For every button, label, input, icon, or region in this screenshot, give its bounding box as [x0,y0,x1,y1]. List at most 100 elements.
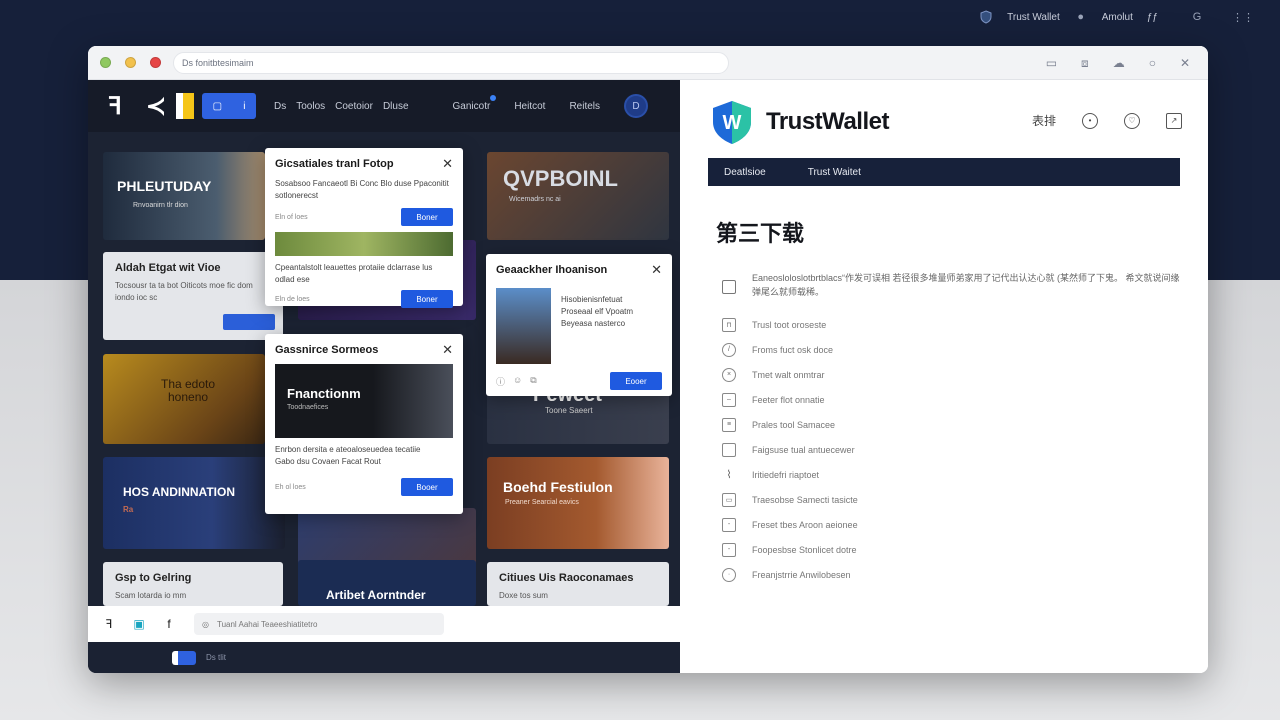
monitor-icon [722,280,736,294]
popup-button[interactable]: Booer [401,478,453,496]
feature-card[interactable]: HOS ANDINNATION Ra [103,457,285,549]
site-logo-icon[interactable]: ꟻ [108,92,134,121]
list-item[interactable]: · Freanjstrrie Anwilobesen [722,562,1182,587]
list-item-label: Freset tbes Aroon aeionee [752,519,858,530]
nav-link[interactable]: Heitcot [514,101,545,112]
list-item[interactable]: ⊓ Trusl toot oroseste [722,312,1182,337]
list-item[interactable]: ≡ Prales tool Samacee [722,412,1182,437]
settings-icon[interactable]: • [1082,112,1098,129]
feature-card[interactable]: QVPBOINL Wicemadrs nc ai [487,152,669,240]
expand-icon[interactable]: ↗ [1166,112,1182,129]
emoji-icon[interactable]: ☺ [513,375,522,388]
profile-image: Fnanctionm Toodnaefices [275,364,453,438]
list-item-label: Prales tool Samacee [752,419,836,430]
chat-icon[interactable]: ▣ [124,617,154,631]
menu-icon[interactable]: ⋮⋮ [1232,10,1254,24]
shield-icon[interactable] [979,10,993,24]
feature-list: ⊓ Trusl toot oroseste / Froms fuct osk doc… [722,312,1182,587]
red-dot-icon[interactable] [150,57,161,68]
trust-wallet-logo[interactable]: W TrustWallet [708,98,889,146]
popup-dialog-3[interactable]: Geaackher Ihoanison ✕ Hisobienisnfetuat P… [486,254,672,396]
nav-links: Ds Toolos Coetoior Dluse [274,101,409,112]
list-item-label: Iritiedefri riaptoet [752,469,820,480]
list-item[interactable]: × Tmet walt onmtrar [722,362,1182,387]
popup-button[interactable]: Boner [401,208,453,226]
tabs-icon[interactable]: ▭ [1046,56,1057,70]
list-item-label: Froms fuct osk doce [752,344,834,355]
tab-details[interactable]: Deatlsioe [708,167,766,178]
trust-wallet-shield-icon: W [713,101,751,144]
browser-window: Ds fonitbtesimaim ▭ ⧈ ☁ ○ ✕ ꟻ ≺ ▢ i Ds To… [88,46,1208,673]
share-icon[interactable]: ⧉ [530,375,536,388]
yellow-dot-icon[interactable] [125,57,136,68]
doc-icon: – [722,392,736,407]
pin-icon: ⌇ [726,469,732,481]
list-item[interactable]: – Feeter flot onnatie [722,387,1182,412]
card-button[interactable] [223,314,275,330]
calendar-icon: ▭ [722,492,736,507]
os-item-account[interactable]: Amolut [1102,12,1133,23]
nav-link[interactable]: Dluse [383,101,409,112]
landscape-image [275,232,453,256]
bag-icon: ▢ [212,100,223,112]
popup-button[interactable]: Boner [401,290,453,308]
close-icon[interactable]: ✕ [442,342,453,358]
extension-icon[interactable]: ⧈ [1081,56,1089,71]
info-icon[interactable]: ⓘ [496,375,505,388]
site-logo-icon[interactable]: ꟻ [94,617,124,631]
list-item[interactable]: ⌇ Iritiedefri riaptoet [722,462,1182,487]
circle-icon[interactable]: ○ [1149,56,1156,70]
os-item-misc[interactable]: ƒƒ [1147,12,1158,23]
os-item-trust-wallet[interactable]: Trust Wallet [1007,12,1060,23]
close-icon[interactable]: ✕ [442,156,453,172]
green-dot-icon[interactable] [100,57,111,68]
feature-card[interactable]: Boehd Festiulon Preaner Searcial eavics [487,457,669,549]
feature-card[interactable]: Tha edoto honeno [103,354,265,444]
wifi-icon[interactable]: G [1190,10,1204,24]
bottom-toolbar: ꟻ ▣ f ◎ Tuanl Aahai Teaeeshiatitetro [88,606,680,642]
list-item[interactable]: Faigsuse tual antuecewer [722,437,1182,462]
toggle-switch[interactable] [172,650,196,665]
svg-text:W: W [723,112,742,134]
nav-link[interactable]: Toolos [296,101,325,112]
popup-dialog-2[interactable]: Gassnirce Sormeos ✕ Fnanctionm Toodnaefic… [265,334,463,514]
square-icon [722,442,736,457]
lock-icon: ⊓ [722,317,736,332]
nav-link[interactable]: Coetoior [335,101,373,112]
popup-text: Hisobienisnfetuat Proseaal elf Vpoatm Be… [561,295,634,328]
popup-dialog-1[interactable]: Gicsatiales tranl Fotop ✕ Sosabsoo Fancae… [265,148,463,308]
list-item-label: Tmet walt onmtrar [752,369,825,380]
card-subtitle: Rnvoanirn tlr dion [133,202,188,209]
support-icon[interactable]: ♡ [1124,112,1140,129]
feature-card[interactable]: PHLEUTUDAY Rnvoanirn tlr dion [103,152,265,240]
search-icon: ◎ [202,619,209,629]
globe-icon[interactable]: ● [1074,10,1088,24]
nav-link[interactable]: Ds [274,101,286,112]
facebook-icon[interactable]: f [154,617,184,631]
language-button[interactable]: 表排 [1032,112,1056,129]
clock-icon: / [722,342,736,357]
nav-action-button[interactable]: ▢ i [202,93,256,119]
article-card[interactable]: Aldah Etgat wit Vioe Tocsousr ta ta bot … [103,252,283,340]
cloud-icon[interactable]: ☁ [1113,56,1125,70]
close-icon[interactable]: ✕ [651,262,662,278]
close-window-icon[interactable]: ✕ [1180,56,1190,70]
address-bar[interactable]: Ds fonitbtesimaim [173,51,729,74]
media-card[interactable]: Artibet Aorntnder [298,560,476,606]
list-item-label: Traesobse Samecti tasicte [752,494,858,505]
list-item[interactable]: / Froms fuct osk doce [722,337,1182,362]
site-navbar: ꟻ ≺ ▢ i Ds Toolos Coetoior Dluse Ganicotr… [88,80,680,132]
popup-button[interactable]: Eooer [610,372,662,390]
article-card[interactable]: Gsp to Gelring Scam lotarda io mm [103,562,283,606]
tab-trust-wallet[interactable]: Trust Waitet [766,167,861,178]
user-avatar[interactable]: D [624,94,649,118]
popup-title: Gicsatiales tranl Fotop [275,158,394,170]
card-subtitle: Toone Saeert [545,406,593,415]
list-item[interactable]: - Foopesbse Stonlicet dotre [722,537,1182,562]
nav-link[interactable]: Reitels [569,101,600,112]
list-item[interactable]: ▭ Traesobse Samecti tasicte [722,487,1182,512]
list-item[interactable]: - Freset tbes Aroon aeionee [722,512,1182,537]
article-card[interactable]: Citiues Uis Raoconamaes Doxe tos sum [487,562,669,606]
search-input[interactable]: ◎ Tuanl Aahai Teaeeshiatitetro [194,613,444,635]
nav-link-notifications[interactable]: Ganicotr [453,94,497,112]
